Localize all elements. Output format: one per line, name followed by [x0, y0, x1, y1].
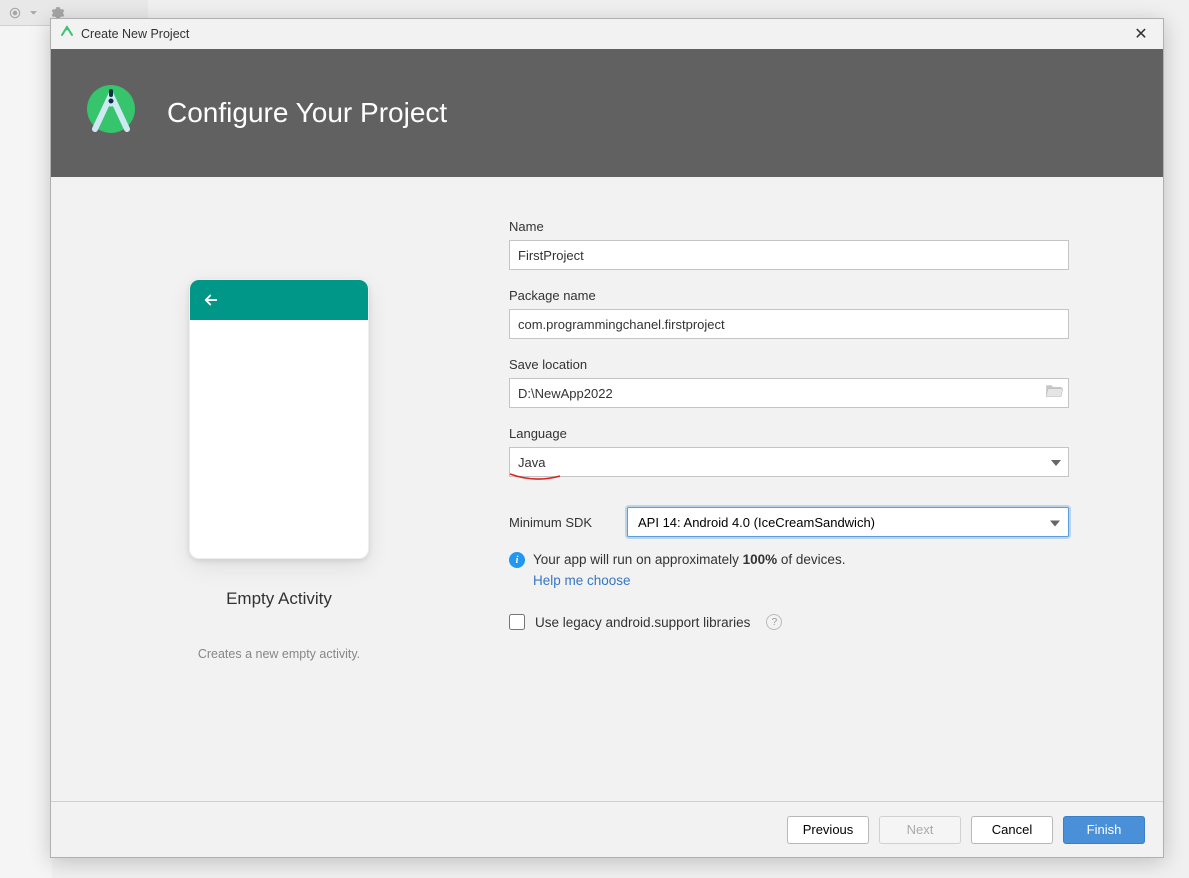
legacy-libraries-row: Use legacy android.support libraries ?: [509, 614, 1069, 630]
preview-description: Creates a new empty activity.: [198, 647, 360, 661]
preview-appbar: [190, 280, 368, 320]
caret-down-icon: [1050, 515, 1060, 530]
close-button[interactable]: ✕: [1127, 24, 1155, 44]
help-me-choose-link[interactable]: Help me choose: [533, 573, 631, 588]
phone-preview: [189, 279, 369, 559]
info-text: Your app will run on approximately 100% …: [533, 552, 845, 567]
android-studio-logo-icon: [81, 81, 141, 146]
language-label: Language: [509, 426, 1069, 441]
language-select[interactable]: Java: [509, 447, 1069, 477]
target-icon: [8, 6, 22, 20]
language-value: Java: [518, 455, 545, 470]
cancel-button[interactable]: Cancel: [971, 816, 1053, 844]
location-label: Save location: [509, 357, 1069, 372]
legacy-libraries-label: Use legacy android.support libraries: [535, 615, 750, 630]
window-title: Create New Project: [81, 27, 1127, 41]
name-input[interactable]: [509, 240, 1069, 270]
info-icon: i: [509, 552, 525, 568]
sdk-info-row: i Your app will run on approximately 100…: [509, 551, 1069, 590]
header-band: Configure Your Project: [51, 49, 1163, 177]
create-project-dialog: Create New Project ✕ Configure Your Proj…: [50, 18, 1164, 858]
help-icon[interactable]: ?: [766, 614, 782, 630]
preview-title: Empty Activity: [226, 589, 332, 609]
legacy-libraries-checkbox[interactable]: [509, 614, 525, 630]
preview-column: Empty Activity Creates a new empty activ…: [89, 219, 469, 781]
titlebar: Create New Project ✕: [51, 19, 1163, 49]
dialog-footer: Previous Next Cancel Finish: [51, 801, 1163, 857]
name-label: Name: [509, 219, 1069, 234]
minsdk-label: Minimum SDK: [509, 515, 613, 530]
dialog-body: Empty Activity Creates a new empty activ…: [51, 177, 1163, 801]
arrow-icon: [30, 9, 37, 16]
background-sidebar: [0, 26, 52, 878]
form-column: Name Package name Save location Language…: [509, 219, 1069, 781]
page-title: Configure Your Project: [167, 97, 447, 129]
minsdk-select[interactable]: API 14: Android 4.0 (IceCreamSandwich): [627, 507, 1069, 537]
previous-button[interactable]: Previous: [787, 816, 869, 844]
package-input[interactable]: [509, 309, 1069, 339]
finish-button[interactable]: Finish: [1063, 816, 1145, 844]
minsdk-value: API 14: Android 4.0 (IceCreamSandwich): [638, 515, 875, 530]
package-label: Package name: [509, 288, 1069, 303]
location-input[interactable]: [509, 378, 1069, 408]
android-studio-icon: [59, 24, 75, 45]
back-arrow-icon: [202, 291, 220, 309]
next-button[interactable]: Next: [879, 816, 961, 844]
